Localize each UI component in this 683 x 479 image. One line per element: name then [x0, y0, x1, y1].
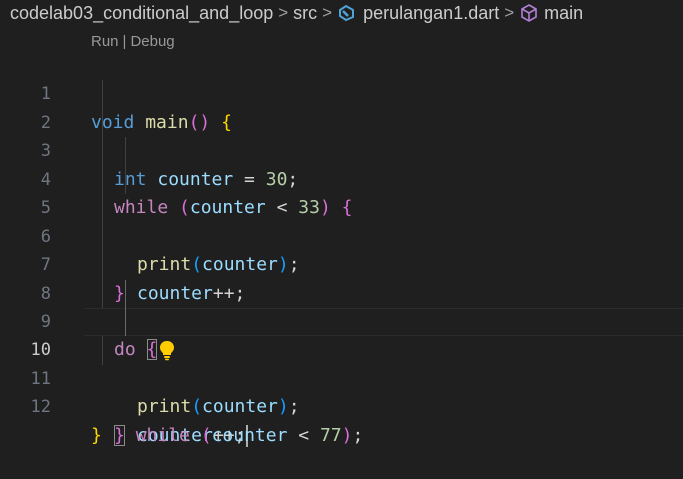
indent-guide: [102, 108, 103, 138]
indent-guide: [102, 80, 103, 109]
token-bracket: (: [200, 424, 212, 446]
breadcrumb-separator: >: [322, 3, 333, 22]
code-line: 8 do {: [0, 251, 683, 361]
code-line: 5 counter++;: [0, 165, 683, 304]
indent-guide: [102, 222, 103, 252]
code-line: 3 while (counter < 33) {: [0, 108, 683, 218]
line-number: 12: [30, 397, 51, 418]
token-number: 77: [319, 424, 342, 446]
breadcrumb-folder[interactable]: src: [293, 3, 317, 24]
codelens-separator: |: [122, 32, 127, 50]
indent-guide-active: [125, 279, 126, 308]
indent-guide: [125, 137, 126, 166]
indent-guide: [102, 251, 103, 280]
indent-guide: [102, 336, 103, 365]
codelens-debug-link[interactable]: Debug: [130, 33, 174, 50]
indent-guide: [102, 165, 103, 195]
token-variable: counter: [211, 424, 288, 446]
token-operator: <: [287, 424, 320, 446]
token-variable: counter: [202, 396, 278, 418]
code-line: 7: [0, 222, 683, 275]
indent-guide: [102, 194, 103, 223]
breadcrumb: codelab03_conditional_and_loop > src > p…: [0, 0, 683, 26]
token-punctuation: ;: [352, 424, 364, 446]
token-function: print: [137, 396, 192, 418]
token-punctuation: ;: [288, 396, 300, 418]
code-line: 6 }: [0, 194, 683, 304]
codelens: Run | Debug: [91, 31, 175, 51]
dart-file-icon: [337, 4, 355, 22]
indent-guide: [102, 137, 103, 166]
breadcrumb-file[interactable]: perulangan1.dart: [363, 3, 499, 24]
token-bracket: (: [191, 396, 203, 418]
code-line: 4 print(counter);: [0, 137, 683, 275]
token-bracket: ): [277, 396, 289, 418]
code-text: } while (counter < 77);: [114, 422, 363, 450]
token-bracket: ): [341, 424, 353, 446]
codelens-run-link[interactable]: Run: [91, 33, 119, 50]
code-text: }: [91, 422, 102, 450]
token-bracket: }: [91, 424, 102, 446]
token-keyword: while: [135, 424, 190, 446]
token-bracket-matched: }: [114, 424, 125, 446]
breadcrumb-symbol[interactable]: main: [544, 3, 583, 24]
code-line: 1 void main() {: [0, 52, 683, 132]
breadcrumb-separator: >: [278, 3, 289, 22]
indent-guide-active: [125, 307, 126, 337]
code-line: 2 int counter = 30;: [0, 80, 683, 190]
code-editor[interactable]: 1 void main() { 2 int counter = 30; 3 wh…: [0, 52, 683, 447]
breadcrumb-separator: >: [504, 3, 515, 22]
code-line-active: 10 counter++;: [0, 307, 683, 447]
code-line: 12 }: [0, 365, 683, 445]
indent-guide: [125, 165, 126, 195]
breadcrumb-project[interactable]: codelab03_conditional_and_loop: [10, 3, 273, 24]
code-line: 9 print(counter);: [0, 279, 683, 417]
code-line: 11 } while (counter < 77);: [0, 336, 683, 446]
method-cube-icon: [519, 3, 539, 23]
indent-guide: [102, 279, 103, 308]
